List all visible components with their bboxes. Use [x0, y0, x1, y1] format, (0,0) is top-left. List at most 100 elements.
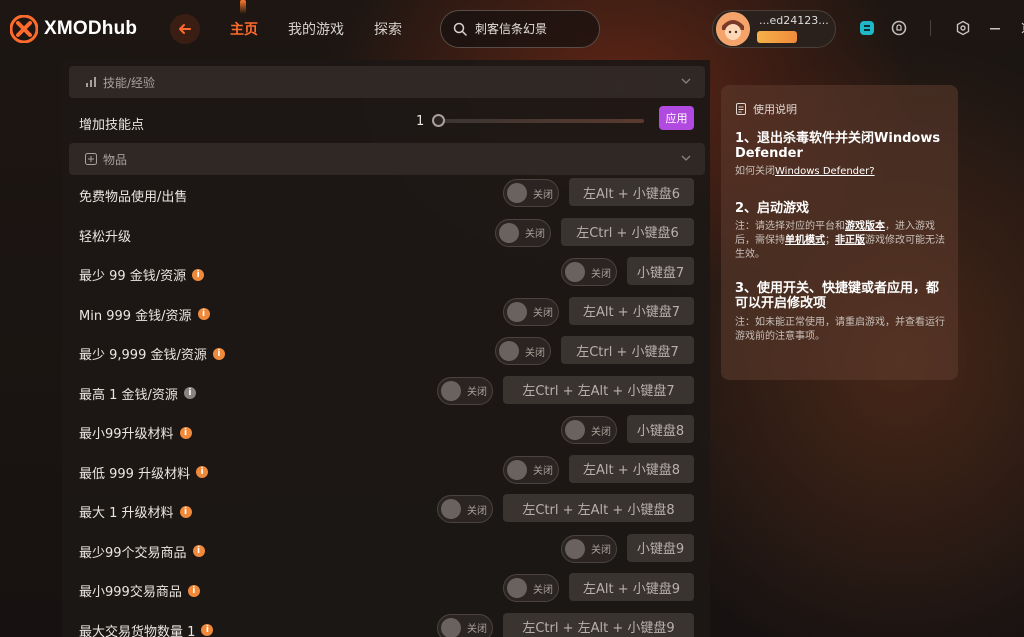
info-icon[interactable]: i [183, 387, 196, 399]
hotkey-badge[interactable]: 左Ctrl + 左Alt + 小键盘9 [503, 612, 694, 637]
section-header-items[interactable]: 物品 [69, 143, 705, 175]
feature-toggle[interactable]: 关闭 [437, 495, 493, 523]
hotkey-badge[interactable]: 左Ctrl + 左Alt + 小键盘7 [503, 375, 694, 404]
avatar-image [716, 12, 750, 46]
back-button[interactable] [170, 14, 200, 44]
feature-toggle[interactable]: 关闭 [561, 534, 617, 563]
feature-toggle[interactable]: 关闭 [495, 337, 551, 365]
toggle-knob [507, 578, 527, 598]
tab-explore[interactable]: 探索 [374, 19, 402, 39]
feature-toggle[interactable]: 关闭 [503, 574, 559, 602]
toggle-state-label: 关闭 [525, 347, 545, 359]
search-icon [453, 22, 467, 36]
item-row: Min 999 金钱/资源 i 关闭 左Alt + 小键盘7 [62, 296, 710, 329]
toggle-knob [499, 222, 519, 243]
settings-gear-icon[interactable] [954, 19, 972, 37]
toggle-state-label: 关闭 [533, 584, 553, 596]
feature-toggle[interactable]: 关闭 [437, 376, 493, 405]
top-bar: XMODhub 主页 我的游戏 探索 ...ed24123... [0, 0, 1024, 60]
hotkey-badge[interactable]: 小键盘7 [627, 257, 694, 285]
hotkey-badge[interactable]: 小键盘9 [627, 533, 694, 562]
toggle-state-label: 关闭 [591, 268, 611, 280]
step-2-note: 注：请选择对应的平台和游戏版本，进入游戏后，需保持单机模式；非正版游戏修改可能无… [735, 220, 949, 262]
toggle-state-label: 关闭 [591, 426, 611, 438]
item-row: 最大 1 升级材料 i 关闭 左Ctrl + 左Alt + 小键盘8 [62, 494, 710, 526]
slider-value: 1 [416, 114, 425, 129]
info-icon[interactable]: i [179, 426, 192, 439]
note-text: ； [825, 235, 835, 246]
item-row: 最少99个交易商品 i 关闭 小键盘9 [62, 533, 710, 566]
active-tab-glow [240, 0, 246, 14]
tab-my-games[interactable]: 我的游戏 [288, 19, 344, 39]
feature-toggle[interactable]: 关闭 [503, 297, 559, 326]
row-label-text: 免费物品使用/出售 [79, 190, 188, 205]
game-version-link[interactable]: 游戏版本 [845, 221, 885, 232]
feature-toggle[interactable]: 关闭 [561, 416, 617, 444]
hotkey-badge[interactable]: 左Alt + 小键盘9 [569, 573, 694, 601]
toggle-knob [565, 420, 585, 440]
info-icon[interactable]: i [196, 466, 209, 478]
info-icon[interactable]: i [212, 347, 225, 360]
app-logo[interactable]: XMODhub [10, 15, 137, 43]
box-plus-icon [85, 153, 97, 165]
notification-bell-icon[interactable] [890, 19, 908, 37]
row-label-text: 轻松升级 [79, 229, 132, 245]
user-badge[interactable]: ...ed24123... [712, 10, 836, 48]
hotkey-badge[interactable]: 左Ctrl + 小键盘7 [561, 336, 694, 364]
apply-button[interactable]: 应用 [659, 106, 694, 130]
hotkey-badge[interactable]: 左Alt + 小键盘7 [569, 296, 694, 325]
info-icon[interactable]: i [192, 545, 205, 557]
step-3-note: 注：如未能正常使用，请重启游戏，并查看运行游戏前的注意事项。 [735, 317, 945, 342]
hotkey-badge[interactable]: 左Alt + 小键盘6 [569, 178, 694, 206]
skill-points-slider[interactable] [438, 119, 644, 123]
row-label-text: 最小99升级材料 [79, 427, 174, 442]
item-row: 最少 99 金钱/资源 i 关闭 小键盘7 [62, 257, 710, 289]
row-label-text: 最大交易货物数量 1 [79, 624, 196, 637]
feature-toggle[interactable]: 关闭 [437, 613, 493, 637]
item-row: 轻松升级 关闭 左Ctrl + 小键盘6 [62, 217, 710, 250]
hotkey-badge[interactable]: 左Ctrl + 小键盘6 [561, 217, 694, 246]
search-box[interactable] [440, 10, 600, 48]
feature-toggle[interactable]: 关闭 [561, 258, 617, 286]
row-label: 免费物品使用/出售 [79, 186, 187, 205]
toggle-state-label: 关闭 [533, 189, 553, 201]
section-header-skills[interactable]: 技能/经验 [69, 66, 705, 98]
avatar[interactable] [716, 12, 750, 46]
hotkey-badge[interactable]: 左Ctrl + 左Alt + 小键盘8 [503, 494, 694, 522]
row-label-text: 最大 1 升级材料 [79, 506, 174, 521]
row-label: 最少 99 金钱/资源 i [79, 265, 205, 284]
row-label: 最大 1 升级材料 i [79, 502, 192, 521]
hotkey-badge[interactable]: 左Alt + 小键盘8 [569, 454, 694, 483]
slider-handle[interactable] [432, 114, 445, 127]
info-icon[interactable]: i [192, 268, 205, 281]
info-icon[interactable]: i [201, 624, 214, 636]
minimize-icon[interactable] [986, 19, 1004, 37]
feature-toggle[interactable]: 关闭 [503, 179, 559, 207]
instructions-panel: 使用说明 1、退出杀毒软件并关闭Windows Defender 如何关闭Win… [721, 85, 958, 380]
toggle-state-label: 关闭 [467, 387, 487, 398]
info-icon[interactable]: i [179, 505, 192, 518]
section-label: 物品 [103, 152, 128, 167]
row-label-text: 最少 9,999 金钱/资源 [79, 348, 207, 363]
search-input[interactable] [475, 22, 595, 36]
info-icon[interactable]: i [187, 584, 200, 597]
offline-mode-link[interactable]: 单机模式 [785, 235, 825, 246]
row-label: 最小999交易商品 i [79, 581, 200, 600]
collapse-window-icon[interactable] [1018, 19, 1024, 37]
note-text: 注：请选择对应的平台和 [735, 221, 845, 232]
item-row: 最低 999 升级材料 i 关闭 左Alt + 小键盘8 [62, 454, 710, 487]
info-icon[interactable]: i [197, 308, 210, 320]
feature-toggle[interactable]: 关闭 [495, 218, 551, 247]
hotkey-badge[interactable]: 小键盘8 [627, 415, 694, 443]
row-label-text: 最少99个交易商品 [79, 545, 187, 561]
feature-toggle[interactable]: 关闭 [503, 455, 559, 484]
item-row: 最高 1 金钱/资源 i 关闭 左Ctrl + 左Alt + 小键盘7 [62, 375, 710, 408]
item-row: 免费物品使用/出售 关闭 左Alt + 小键盘6 [62, 178, 710, 210]
row-label: 轻松升级 [79, 226, 131, 245]
windows-defender-link[interactable]: Windows Defender? [775, 166, 875, 177]
main-nav: 主页 我的游戏 探索 [230, 19, 402, 39]
toggle-state-label: 关闭 [467, 624, 487, 635]
non-genuine-link[interactable]: 非正版 [835, 235, 865, 246]
tab-home[interactable]: 主页 [230, 19, 258, 39]
coin-icon[interactable] [858, 19, 876, 37]
